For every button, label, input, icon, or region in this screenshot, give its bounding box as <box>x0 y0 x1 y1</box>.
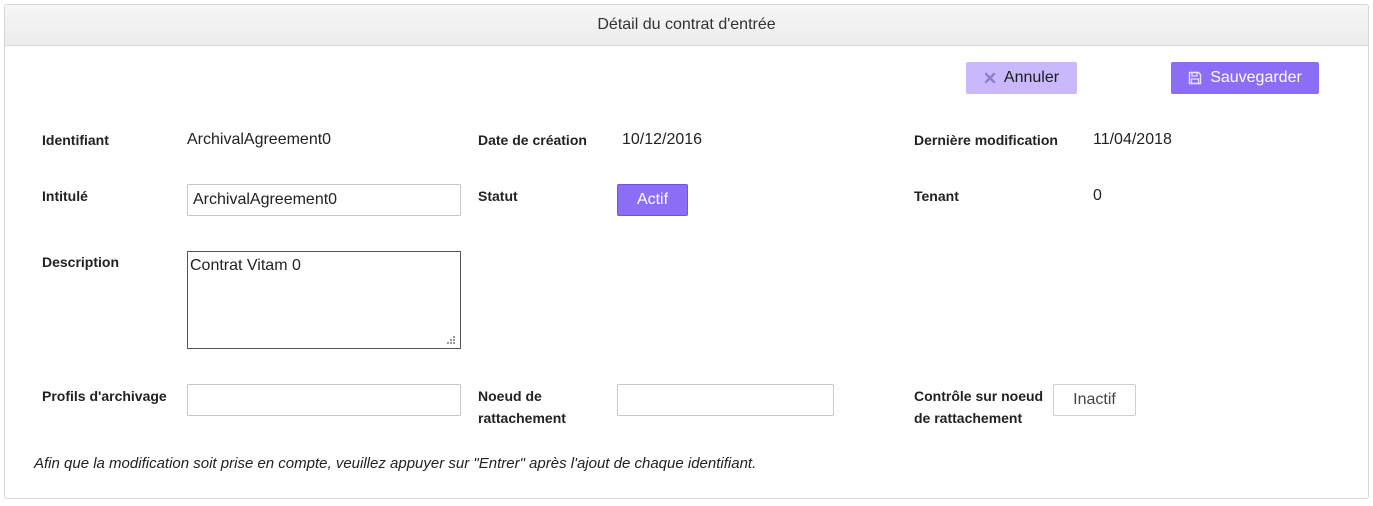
controle-label-line2: de rattachement <box>914 410 1023 426</box>
identifiant-value: ArchivalAgreement0 <box>187 131 332 148</box>
derniere-modification-value: 11/04/2018 <box>1093 131 1172 148</box>
contract-detail-panel: Détail du contrat d'entrée Annuler Sauve… <box>4 4 1369 499</box>
tenant-value: 0 <box>1093 187 1102 204</box>
date-creation-label: Date de création <box>478 132 587 148</box>
cancel-button-label: Annuler <box>1003 69 1060 86</box>
panel-header: Détail du contrat d'entrée <box>5 5 1368 46</box>
statut-toggle-button[interactable]: Actif <box>617 184 688 216</box>
cancel-button[interactable]: Annuler <box>966 62 1077 94</box>
noeud-rattachement-label: Noeud de rattachement <box>478 385 566 429</box>
date-creation-value: 10/12/2016 <box>622 131 703 148</box>
noeud-label-line2: rattachement <box>478 410 566 426</box>
controle-toggle-button[interactable]: Inactif <box>1053 384 1136 416</box>
statut-label: Statut <box>478 188 518 204</box>
profils-archivage-input[interactable] <box>187 384 461 416</box>
panel-title: Détail du contrat d'entrée <box>597 16 776 33</box>
derniere-modification-label: Dernière modification <box>914 132 1058 148</box>
description-label: Description <box>42 254 120 270</box>
description-textarea[interactable]: Contrat Vitam 0 <box>187 251 461 349</box>
floppy-disk-icon <box>1188 71 1202 85</box>
help-note: Afin que la modification soit prise en c… <box>34 455 757 472</box>
intitule-input[interactable] <box>187 184 461 216</box>
save-button[interactable]: Sauvegarder <box>1171 62 1319 94</box>
close-icon <box>984 72 996 84</box>
controle-label-line1: Contrôle sur noeud <box>914 388 1044 404</box>
noeud-label-line1: Noeud de <box>478 388 542 404</box>
identifiant-label: Identifiant <box>42 132 109 148</box>
noeud-rattachement-input[interactable] <box>617 384 834 416</box>
save-button-label: Sauvegarder <box>1210 69 1302 86</box>
tenant-label: Tenant <box>914 188 959 204</box>
controle-noeud-label: Contrôle sur noeud de rattachement <box>914 385 1043 429</box>
profils-archivage-label: Profils d'archivage <box>42 388 167 404</box>
resize-grip-icon[interactable] <box>446 335 456 345</box>
intitule-label: Intitulé <box>42 188 88 204</box>
